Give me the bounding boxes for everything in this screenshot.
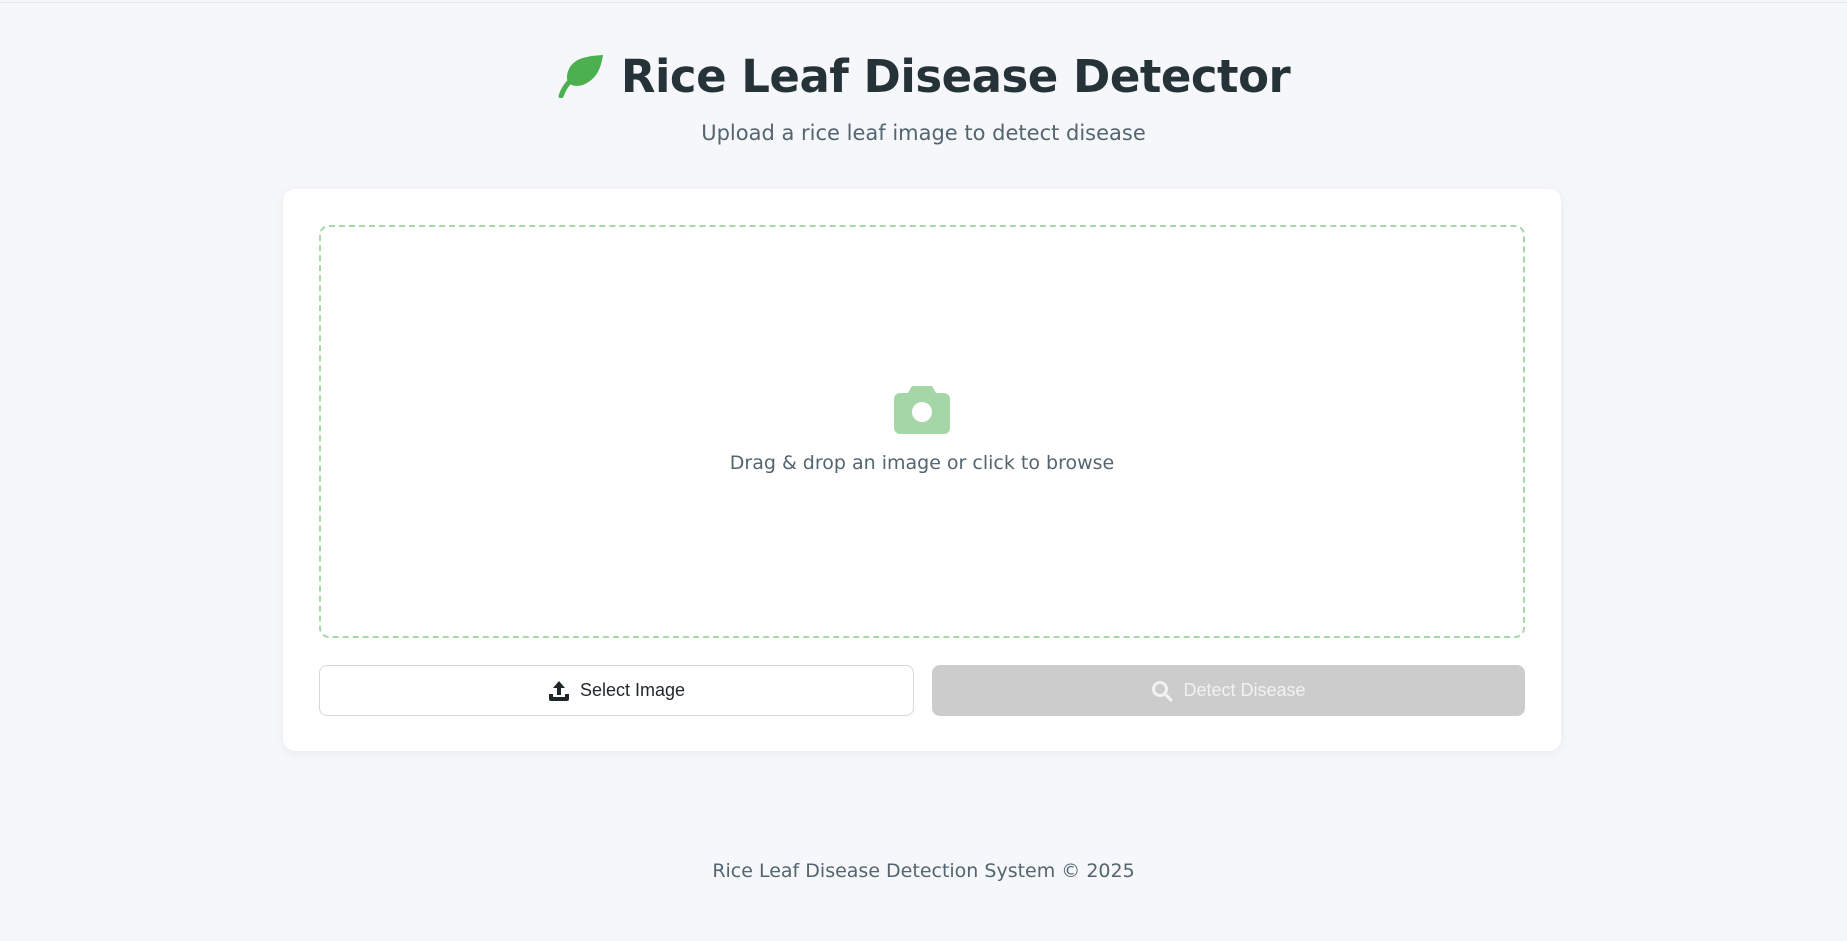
- select-image-button[interactable]: Select Image: [319, 665, 914, 716]
- upload-card: Drag & drop an image or click to browse …: [283, 189, 1561, 751]
- page-header: Rice Leaf Disease Detector Upload a rice…: [0, 48, 1847, 145]
- title-row: Rice Leaf Disease Detector: [0, 48, 1847, 104]
- image-dropzone[interactable]: Drag & drop an image or click to browse: [319, 225, 1525, 638]
- dropzone-instructions: Drag & drop an image or click to browse: [729, 451, 1115, 474]
- detect-disease-label: Detect Disease: [1183, 680, 1306, 700]
- detect-disease-button[interactable]: Detect Disease: [932, 665, 1525, 716]
- page-footer: Rice Leaf Disease Detection System © 202…: [712, 860, 1135, 882]
- page-subtitle: Upload a rice leaf image to detect disea…: [701, 121, 1146, 145]
- camera-icon: [894, 384, 950, 434]
- leaf-icon: [557, 54, 605, 99]
- top-border: [0, 0, 1847, 3]
- search-icon: [1152, 680, 1174, 702]
- page-title: Rice Leaf Disease Detector: [620, 49, 1291, 103]
- select-image-label: Select Image: [579, 680, 686, 700]
- upload-icon: [548, 680, 569, 701]
